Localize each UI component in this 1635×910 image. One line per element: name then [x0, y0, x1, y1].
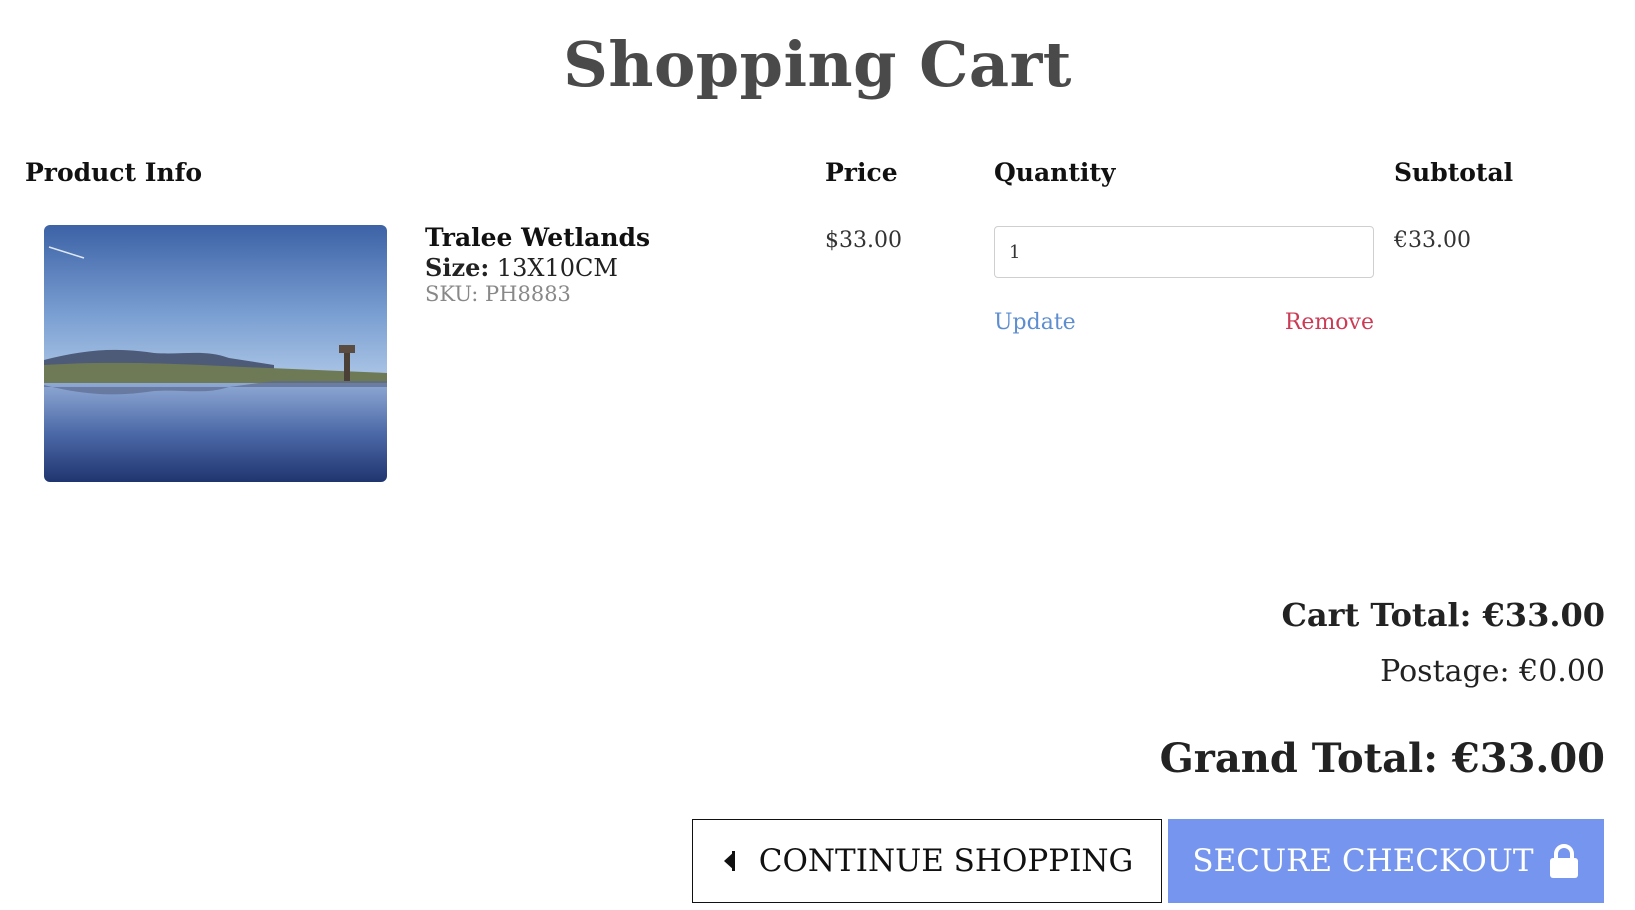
shopping-cart-page: Shopping Cart Product Info Price Quantit… [0, 0, 1635, 910]
size-label: Size: [425, 253, 490, 282]
page-title: Shopping Cart [563, 28, 1072, 101]
product-price: $33.00 [825, 228, 902, 253]
lock-icon [1548, 843, 1580, 879]
product-name: Tralee Wetlands [425, 223, 651, 252]
product-image [44, 225, 387, 482]
header-price: Price [825, 158, 898, 187]
grand-total: Grand Total: €33.00 [1159, 735, 1605, 782]
continue-shopping-button[interactable]: CONTINUE SHOPPING [692, 819, 1162, 903]
quantity-input[interactable] [994, 226, 1374, 278]
product-subtotal: €33.00 [1394, 228, 1471, 253]
header-product-info: Product Info [25, 158, 203, 187]
secure-checkout-label: SECURE CHECKOUT [1192, 843, 1534, 879]
product-size: Size: 13X10CM [425, 253, 618, 282]
header-subtotal: Subtotal [1394, 158, 1514, 187]
header-quantity: Quantity [994, 158, 1116, 187]
product-sku: SKU: PH8883 [425, 282, 571, 306]
caret-left-icon [721, 850, 737, 872]
postage-total: Postage: €0.00 [1380, 654, 1605, 689]
size-value: 13X10CM [496, 254, 618, 282]
remove-link[interactable]: Remove [1285, 310, 1374, 335]
landscape-photo [44, 225, 387, 482]
cart-total: Cart Total: €33.00 [1281, 596, 1605, 634]
secure-checkout-button[interactable]: SECURE CHECKOUT [1168, 819, 1604, 903]
update-link[interactable]: Update [994, 310, 1076, 335]
continue-shopping-label: CONTINUE SHOPPING [758, 843, 1134, 879]
